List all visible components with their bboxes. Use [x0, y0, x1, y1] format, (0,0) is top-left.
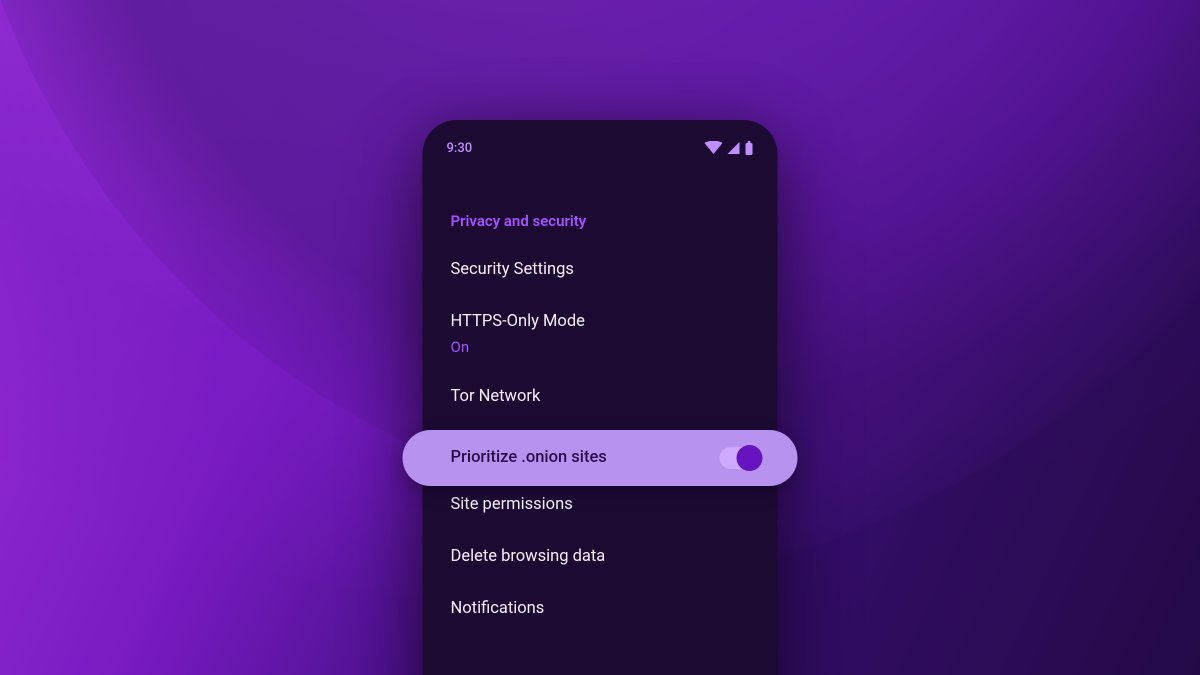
item-label: Site permissions	[451, 494, 573, 516]
wifi-icon	[705, 141, 723, 155]
battery-icon	[745, 141, 754, 155]
settings-item-security[interactable]: Security Settings	[423, 244, 778, 296]
cellular-icon	[727, 141, 741, 155]
item-label: Tor Network	[451, 386, 541, 408]
item-label: Prioritize .onion sites	[451, 447, 607, 469]
item-label: Security Settings	[451, 259, 574, 281]
toggle-thumb	[737, 445, 763, 471]
settings-item-delete-browsing-data[interactable]: Delete browsing data	[423, 531, 778, 583]
item-subvalue: On	[451, 338, 585, 356]
settings-item-notifications[interactable]: Notifications	[423, 583, 778, 635]
settings-item-https-only[interactable]: HTTPS-Only Mode On	[423, 296, 778, 370]
settings-item-site-permissions[interactable]: Site permissions	[423, 479, 778, 531]
settings-item-prioritize-onion[interactable]: Prioritize .onion sites	[403, 430, 798, 486]
item-label: HTTPS-Only Mode	[451, 311, 585, 333]
toggle-prioritize-onion[interactable]	[720, 447, 760, 469]
status-time: 9:30	[447, 141, 473, 156]
status-icons	[705, 141, 754, 155]
item-label: Delete browsing data	[451, 546, 606, 568]
settings-item-tor-network[interactable]: Tor Network	[423, 371, 778, 423]
item-label: Notifications	[451, 598, 545, 620]
section-header-privacy: Privacy and security	[423, 168, 778, 244]
phone-frame: 9:30 Privacy and security Security Setti…	[423, 120, 778, 675]
status-bar: 9:30	[423, 128, 778, 168]
